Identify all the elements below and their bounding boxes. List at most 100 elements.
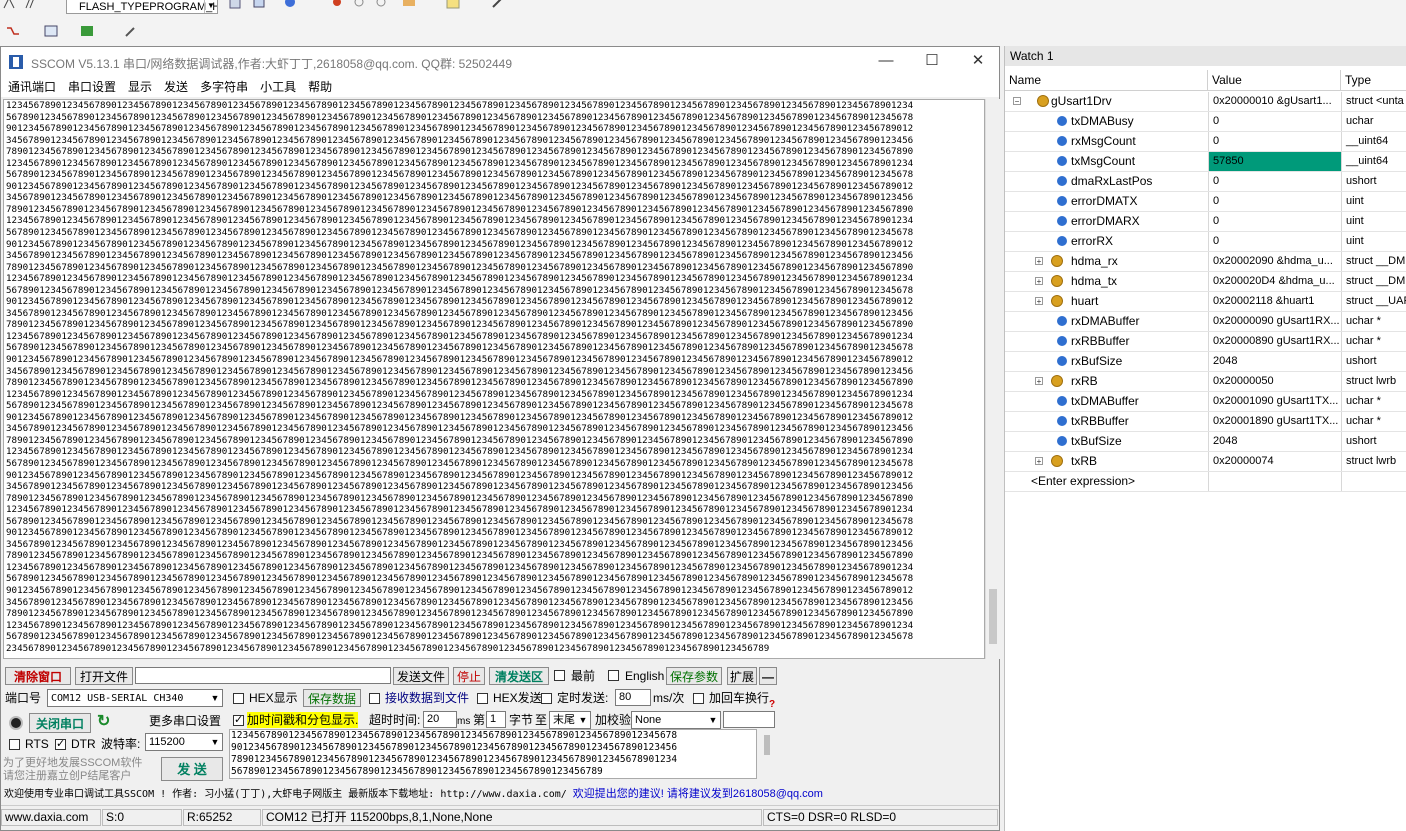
refresh-icon[interactable]: ↻ <box>97 713 110 731</box>
expand-icon[interactable]: + <box>1035 297 1043 306</box>
timed-send-checkbox[interactable] <box>541 693 552 704</box>
menu-send[interactable]: 发送 <box>164 77 188 97</box>
expand-icon[interactable]: + <box>1035 277 1043 286</box>
watch-row-hdma_rx[interactable]: + hdma_rx 0x20002090 &hdma_u... struct __DM <box>1005 252 1406 272</box>
clear-send-button[interactable]: 清发送区 <box>489 667 549 685</box>
watch-row-txRB[interactable]: + txRB 0x20000074 struct lwrb <box>1005 452 1406 472</box>
menu-port[interactable]: 通讯端口 <box>8 77 56 97</box>
watch-row-txDMABusy[interactable]: txDMABusy 0 uchar <box>1005 112 1406 132</box>
watch-value[interactable]: 0 <box>1208 192 1341 211</box>
column-type[interactable]: Type <box>1341 70 1406 90</box>
watch-value[interactable]: 0x20002090 &hdma_u... <box>1208 252 1341 271</box>
watch-row-txMsgCount[interactable]: txMsgCount 57850 __uint64 <box>1005 152 1406 172</box>
watch-row-rxRB[interactable]: + rxRB 0x20000050 struct lwrb <box>1005 372 1406 392</box>
minimize-button[interactable]: — <box>871 51 901 71</box>
menu-help[interactable]: 帮助 <box>308 77 332 97</box>
watch-value[interactable]: 0 <box>1208 132 1341 151</box>
watch-row-huart[interactable]: + huart 0x20002118 &huart1 struct __UAR <box>1005 292 1406 312</box>
options-icon[interactable] <box>228 0 242 10</box>
pack-installer-icon[interactable] <box>80 24 94 38</box>
file-path-input[interactable] <box>135 667 391 684</box>
collapse-button[interactable]: — <box>759 667 777 685</box>
expand-icon[interactable]: + <box>1035 457 1043 466</box>
watch-value[interactable]: 0x20000090 gUsart1RX... <box>1208 312 1341 331</box>
expand-icon[interactable]: + <box>1035 377 1043 386</box>
breakpoint-clear-icon[interactable] <box>352 0 366 10</box>
watch-row-rxDMABuffer[interactable]: rxDMABuffer 0x20000090 gUsart1RX... uchar … <box>1005 312 1406 332</box>
save-data-button[interactable]: 保存数据 <box>303 689 361 707</box>
watch-row-rxBufSize[interactable]: rxBufSize 2048 ushort <box>1005 352 1406 372</box>
timeout-input[interactable]: 20 <box>423 711 457 728</box>
download-icon[interactable] <box>6 24 20 38</box>
watch-row-txBufSize[interactable]: txBufSize 2048 ushort <box>1005 432 1406 452</box>
watch-row-txRBBuffer[interactable]: txRBBuffer 0x20001890 gUsart1TX... uchar * <box>1005 412 1406 432</box>
stop-button[interactable]: 停止 <box>453 667 485 685</box>
watch-value[interactable]: 0x20001890 gUsart1TX... <box>1208 412 1341 431</box>
settings-icon[interactable] <box>490 0 504 10</box>
watch-value[interactable]: 2048 <box>1208 352 1341 371</box>
build-icon[interactable] <box>2 0 16 10</box>
watch-row-rxRBBuffer[interactable]: rxRBBuffer 0x20000890 gUsart1RX... uchar * <box>1005 332 1406 352</box>
watch-row-hdma_tx[interactable]: + hdma_tx 0x200020D4 &hdma_u... struct __DM <box>1005 272 1406 292</box>
open-file-button[interactable]: 打开文件 <box>75 667 133 685</box>
checksum-select[interactable]: None ▼ <box>631 711 721 729</box>
collapse-icon[interactable]: − <box>1013 97 1021 106</box>
menu-display[interactable]: 显示 <box>128 77 152 97</box>
watch-row-rxMsgCount[interactable]: rxMsgCount 0 __uint64 <box>1005 132 1406 152</box>
expand-button[interactable]: 扩展 <box>727 667 757 685</box>
manage-icon[interactable] <box>252 0 266 10</box>
wrench-icon[interactable] <box>124 24 138 38</box>
baud-select[interactable]: 115200 ▼ <box>145 733 223 751</box>
english-checkbox[interactable] <box>608 670 619 681</box>
frontmost-checkbox[interactable] <box>554 670 565 681</box>
debug-icon[interactable] <box>284 0 298 10</box>
receive-scrollbar[interactable] <box>985 99 1000 659</box>
checksum-result-input[interactable] <box>723 711 775 728</box>
send-file-button[interactable]: 发送文件 <box>393 667 449 685</box>
maximize-button[interactable]: ☐ <box>917 51 947 71</box>
target-select[interactable]: FLASH_TYPEPROGRAM_H ▼ <box>66 0 218 14</box>
watch-value[interactable]: 0 <box>1208 212 1341 231</box>
disable-breakpoint-icon[interactable] <box>374 0 388 10</box>
more-settings-link[interactable]: 更多串口设置 <box>149 713 221 729</box>
hex-send-checkbox[interactable] <box>477 693 488 704</box>
watch-value[interactable]: 0x20000074 <box>1208 452 1341 471</box>
save-params-button[interactable]: 保存参数 <box>666 667 722 685</box>
hex-display-checkbox[interactable] <box>233 693 244 704</box>
info-link[interactable]: 欢迎提出您的建议! 请将建议发到2618058@qq.com <box>573 788 823 800</box>
clear-window-button[interactable]: 清除窗口 <box>5 667 71 685</box>
menu-serial-settings[interactable]: 串口设置 <box>68 77 116 97</box>
watch-row-dmaRxLastPos[interactable]: dmaRxLastPos 0 ushort <box>1005 172 1406 192</box>
add-crlf-checkbox[interactable] <box>693 693 704 704</box>
close-port-button[interactable]: 关闭串口 <box>29 713 91 733</box>
dtr-checkbox[interactable] <box>55 737 66 750</box>
scrollbar-thumb[interactable] <box>989 589 997 644</box>
watch-value[interactable]: 0 <box>1208 112 1341 131</box>
watch-value[interactable]: 0x20001090 gUsart1TX... <box>1208 392 1341 411</box>
rts-checkbox[interactable] <box>9 739 20 750</box>
expand-icon[interactable]: + <box>1035 257 1043 266</box>
timed-interval-input[interactable]: 80 <box>615 689 651 706</box>
byte-index-input[interactable]: 1 <box>486 711 506 728</box>
watch-row-errorDMARX[interactable]: errorDMARX 0 uint <box>1005 212 1406 232</box>
watch-value[interactable]: 0x20002118 &huart1 <box>1208 292 1341 311</box>
breakpoint-icon[interactable] <box>330 0 344 10</box>
watch-value[interactable]: 57850 <box>1208 152 1341 171</box>
timestamp-checkbox[interactable] <box>233 713 244 726</box>
send-input[interactable]: 1234567890123456789012345678901234567890… <box>229 729 757 779</box>
watch-row-txDMABuffer[interactable]: txDMABuffer 0x20001090 gUsart1TX... uchar … <box>1005 392 1406 412</box>
close-button[interactable]: ✕ <box>963 51 993 71</box>
watch-value[interactable]: 2048 <box>1208 432 1341 451</box>
send-scrollbar[interactable] <box>761 729 773 779</box>
watch-value[interactable]: 0 <box>1208 232 1341 251</box>
rebuild-icon[interactable] <box>24 0 38 10</box>
watch-value[interactable]: 0x20000010 &gUsart1... <box>1208 92 1341 111</box>
port-select[interactable]: COM12 USB-SERIAL CH340 ▼ <box>47 689 223 707</box>
watch-row-root[interactable]: − gUsart1Drv 0x20000010 &gUsart1... struct … <box>1005 92 1406 112</box>
watch-row-enter-expression[interactable]: <Enter expression> <box>1005 472 1406 492</box>
column-value[interactable]: Value <box>1208 70 1341 90</box>
menu-tools[interactable]: 小工具 <box>260 77 296 97</box>
watch-row-errorRX[interactable]: errorRX 0 uint <box>1005 232 1406 252</box>
recv-to-file-label[interactable]: 接收数据到文件 <box>385 690 469 706</box>
end-select[interactable]: 末尾 ▼ <box>549 711 591 729</box>
